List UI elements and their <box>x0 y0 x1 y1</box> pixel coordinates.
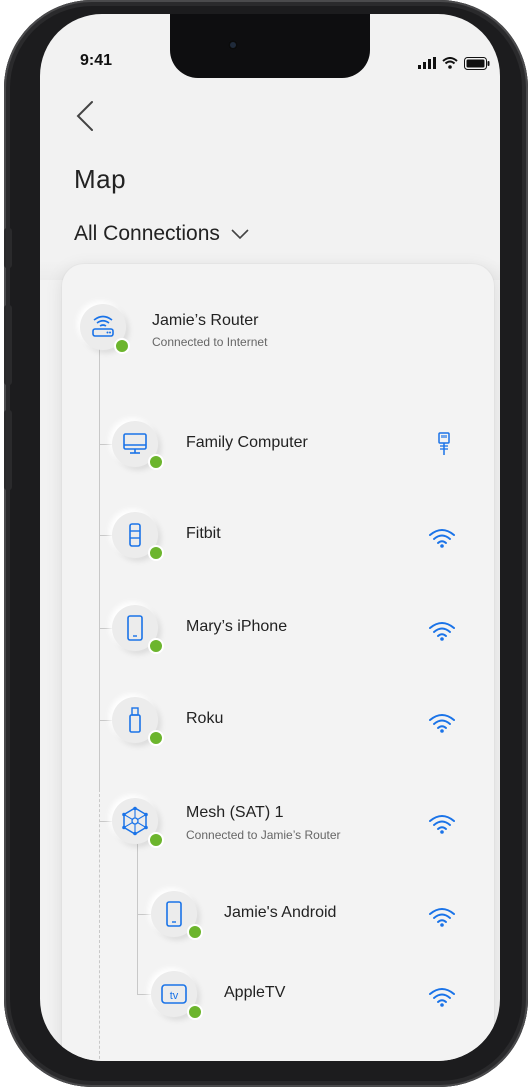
phone-frame: 9:41 Map All Connections Jamie’s Router … <box>4 0 528 1087</box>
volume-down-button <box>4 410 12 490</box>
battery-icon <box>464 56 490 70</box>
online-status-dot <box>148 454 164 470</box>
mesh-status: Connected to Jamie’s Router <box>186 828 341 842</box>
device-name: Roku <box>186 710 224 727</box>
wifi-icon <box>428 812 456 836</box>
network-map-card: Jamie’s Router Connected to Internet Fam… <box>62 264 494 1061</box>
back-chevron-icon[interactable] <box>70 96 100 136</box>
svg-text:tv: tv <box>170 990 179 1002</box>
filter-label: All Connections <box>74 222 220 245</box>
branch-line <box>99 535 113 536</box>
device-name: Fitbit <box>186 525 221 542</box>
branch-line <box>99 444 113 445</box>
chevron-down-icon <box>231 229 249 240</box>
status-icons <box>418 56 490 70</box>
online-status-dot <box>148 730 164 746</box>
online-status-dot <box>114 338 130 354</box>
wifi-status-icon <box>442 57 458 69</box>
screen: 9:41 Map All Connections Jamie’s Router … <box>40 14 500 1061</box>
wifi-icon <box>428 526 456 550</box>
device-name: Mary’s iPhone <box>186 618 288 635</box>
router-status: Connected to Internet <box>152 335 268 349</box>
cellular-signal-icon <box>418 57 436 69</box>
mute-switch <box>4 228 12 268</box>
ethernet-icon <box>430 432 458 456</box>
router-name: Jamie’s Router <box>152 312 259 329</box>
online-status-dot <box>148 638 164 654</box>
wifi-icon <box>428 985 456 1009</box>
online-status-dot <box>187 1004 203 1020</box>
branch-line <box>99 821 113 822</box>
volume-up-button <box>4 305 12 385</box>
wifi-icon <box>428 619 456 643</box>
tree-trunk-dashed-line <box>99 789 101 1061</box>
camera <box>228 40 238 50</box>
wifi-icon <box>428 905 456 929</box>
notch <box>170 14 370 78</box>
branch-line <box>99 720 113 721</box>
device-name: AppleTV <box>224 984 286 1001</box>
page-title: Map <box>74 164 127 194</box>
connections-filter-dropdown[interactable]: All Connections <box>74 222 250 246</box>
device-name: Jamie's Android <box>224 904 337 921</box>
mesh-trunk-line <box>137 844 138 994</box>
device-name: Family Computer <box>186 434 308 451</box>
online-status-dot <box>187 924 203 940</box>
mesh-name: Mesh (SAT) 1 <box>186 804 284 821</box>
online-status-dot <box>148 545 164 561</box>
branch-line <box>99 628 113 629</box>
online-status-dot <box>148 832 164 848</box>
status-time: 9:41 <box>80 52 113 69</box>
wifi-icon <box>428 711 456 735</box>
